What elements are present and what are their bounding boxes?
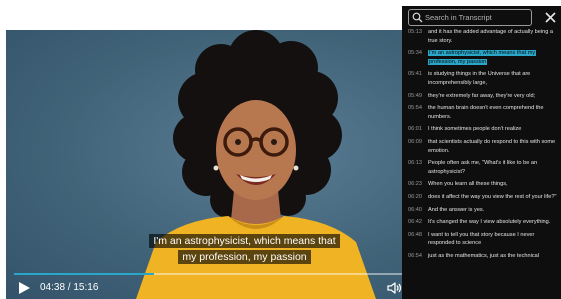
transcript-text: just as the mathematics, just as the tec… [428,252,539,259]
transcript-entry[interactable]: 06:01 I think sometimes people don't real… [402,123,561,136]
transcript-timestamp[interactable]: 06:09 [408,138,428,155]
transcript-entry[interactable]: 06:23 When you learn all these things, [402,178,561,191]
transcript-text: And the answer is yes. [428,206,485,213]
transcript-entry[interactable]: 05:41 is studying things in the Universe … [402,68,561,89]
search-icon [412,12,423,23]
transcript-text: I think sometimes people don't realize [428,126,522,133]
close-transcript-button[interactable] [542,9,558,25]
transcript-entry-active[interactable]: 05:34 I'm an astrophysicist, which means … [402,47,561,68]
transcript-entry[interactable]: 06:48 I want to tell you that story becau… [402,229,561,250]
transcript-entry[interactable]: 05:54 the human brain doesn't even compre… [402,102,561,123]
transcript-timestamp[interactable]: 05:54 [408,104,428,121]
transcript-entry[interactable]: 06:40 And the answer is yes. [402,204,561,217]
transcript-search [408,9,532,26]
transcript-timestamp[interactable]: 06:20 [408,193,428,202]
transcript-timestamp[interactable]: 06:48 [408,231,428,248]
transcript-search-input[interactable] [425,10,529,25]
transcript-list: 05:13 and it has the added advantage of a… [402,26,561,262]
transcript-entry[interactable]: 06:54 just as the mathematics, just as th… [402,250,561,263]
progress-bar-fill [14,273,154,275]
transcript-text: is studying things in the Universe that … [428,71,531,86]
transcript-panel: 05:13and it has the added advantage of a… [402,6,561,299]
transcript-timestamp[interactable]: 06:42 [408,218,428,227]
transcript-timestamp[interactable]: 05:41 [408,70,428,87]
transcript-text: and it has the added advantage of actual… [428,29,554,44]
transcript-text: I want to tell you that story because I … [428,231,535,247]
transcript-timestamp[interactable]: 05:34 [408,49,428,66]
transcript-timestamp[interactable]: 06:01 [408,125,428,134]
transcript-timestamp[interactable]: 05:13 [408,28,428,45]
transcript-text: I'm an astrophysicist, which means that … [428,50,537,65]
transcript-entry[interactable]: 06:09 that scientists actually do respond… [402,136,561,157]
transcript-text: People often ask me, "What's it like to … [428,160,538,175]
time-display: 04:38 / 15:16 [40,282,99,293]
transcript-entry[interactable]: 06:13 People often ask me, "What's it lik… [402,157,561,178]
transcript-timestamp[interactable]: 06:13 [408,159,428,176]
transcript-text: It's changed the way I view absolutely e… [428,219,551,226]
play-button[interactable] [14,278,34,298]
transcript-timestamp[interactable]: 06:40 [408,206,428,215]
transcript-timestamp[interactable]: 06:23 [408,180,428,189]
transcript-entry[interactable]: 06:42 It's changed the way I view absolut… [402,216,561,229]
close-icon [544,11,556,23]
transcript-text: When you learn all these things, [428,181,508,188]
play-icon [19,282,30,294]
transcript-entry[interactable]: 05:49 they're extremely far away, they're… [402,90,561,103]
transcript-text: the human brain doesn't even comprehend … [428,105,544,120]
transcript-text: that scientists actually do respond to t… [428,138,556,154]
transcript-entry[interactable]: 05:13 and it has the added advantage of a… [402,26,561,47]
transcript-timestamp[interactable]: 06:54 [408,252,428,261]
transcript-text: does it affect the way you view the rest… [428,193,557,200]
transcript-timestamp[interactable]: 05:49 [408,92,428,101]
transcript-text: they're extremely far away, they're very… [428,92,536,99]
transcript-entry[interactable]: 06:20 does it affect the way you view the… [402,191,561,204]
volume-icon [387,282,402,294]
